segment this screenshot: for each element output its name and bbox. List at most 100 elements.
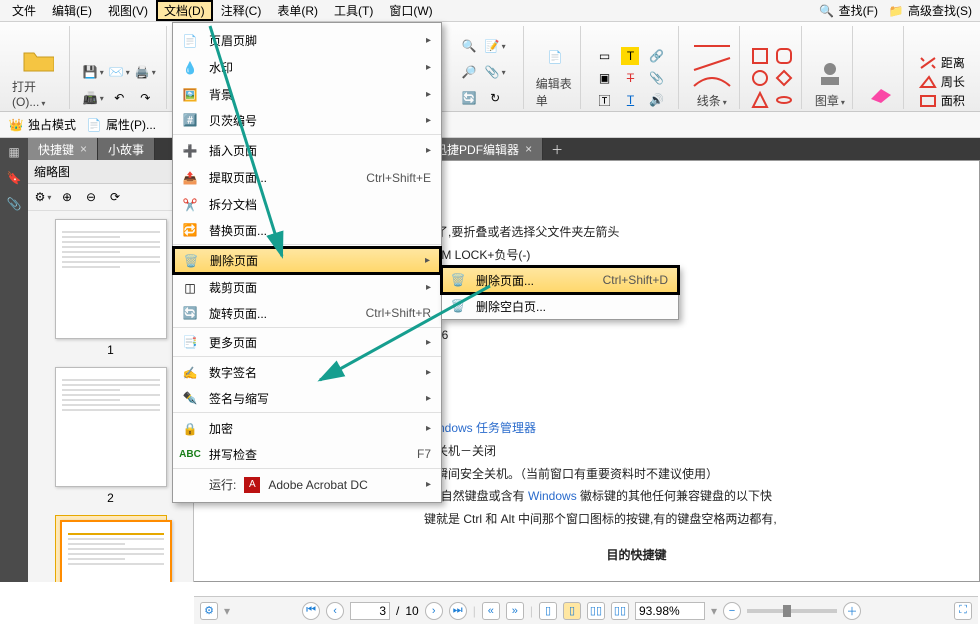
- doc-tab-3[interactable]: 迅捷PDF编辑器×: [425, 138, 543, 160]
- zoom-in-icon[interactable]: 🔍: [458, 35, 480, 57]
- add-tab-button[interactable]: ＋: [543, 138, 571, 160]
- stamp-label[interactable]: 图章: [815, 92, 845, 109]
- edit-form-icon[interactable]: 📄: [539, 41, 571, 73]
- menu-more-pages[interactable]: 📑更多页面▸: [173, 330, 441, 357]
- thumb-zoom-in-icon[interactable]: ⊕: [58, 188, 76, 206]
- thumbnail-page-1[interactable]: 1: [55, 219, 167, 357]
- sb-book-icon[interactable]: ▯▯: [611, 602, 629, 620]
- line-group-label[interactable]: 线条: [697, 92, 727, 109]
- sb-last-page-icon[interactable]: ⏭: [449, 602, 467, 620]
- thumb-zoom-out-icon[interactable]: ⊖: [82, 188, 100, 206]
- menu-file[interactable]: 文件: [4, 0, 44, 21]
- exclusive-mode-button[interactable]: 👑 独占模式: [8, 116, 76, 133]
- area-select-icon[interactable]: ▣: [595, 69, 613, 87]
- doc-tab-2[interactable]: 小故事: [98, 138, 155, 160]
- underline-icon[interactable]: T: [621, 91, 639, 109]
- email-icon[interactable]: ✉️: [108, 61, 130, 83]
- submenu-delete-pages[interactable]: 🗑️ 删除页面... Ctrl+Shift+D: [442, 267, 678, 293]
- close-icon[interactable]: ×: [80, 142, 87, 156]
- menu-run-acrobat[interactable]: 运行: A Adobe Acrobat DC ▸: [173, 471, 441, 498]
- scan-icon[interactable]: 📠: [82, 87, 104, 109]
- sb-zoom-out-icon[interactable]: −: [723, 602, 741, 620]
- menu-signature[interactable]: ✍️数字签名▸: [173, 359, 441, 386]
- thumbnail-page-3[interactable]: 3: [55, 515, 167, 582]
- doc-tab-1[interactable]: 快捷键×: [28, 138, 98, 160]
- clip-icon[interactable]: 📎: [484, 61, 506, 83]
- link-icon[interactable]: 🔗: [647, 47, 665, 65]
- note-icon[interactable]: 📝: [484, 35, 506, 57]
- menu-extract-page[interactable]: 📤提取页面...Ctrl+Shift+E: [173, 164, 441, 191]
- menu-edit[interactable]: 编辑(E): [44, 0, 100, 21]
- find-button[interactable]: 🔍 查找(F): [815, 2, 882, 19]
- zoom-out-icon[interactable]: 🔎: [458, 61, 480, 83]
- menu-window[interactable]: 窗口(W): [381, 0, 440, 21]
- thumb-options-icon[interactable]: ⚙: [34, 188, 52, 206]
- sb-first-page-icon[interactable]: ⏮: [302, 602, 320, 620]
- menu-split-doc[interactable]: ✂️拆分文档: [173, 191, 441, 218]
- advanced-find-button[interactable]: 📁 高级查找(S): [884, 2, 976, 19]
- textbox-icon[interactable]: 🅃: [595, 91, 613, 109]
- zoom-slider[interactable]: [747, 609, 837, 613]
- menu-tools[interactable]: 工具(T): [326, 0, 381, 21]
- open-folder-icon[interactable]: [22, 44, 54, 76]
- menu-rotate-page[interactable]: 🔄旋转页面...Ctrl+Shift+R: [173, 301, 441, 328]
- sb-fullscreen-icon[interactable]: ⛶: [954, 602, 972, 620]
- stamp-icon[interactable]: [814, 58, 846, 90]
- sb-zoom-in-icon[interactable]: ＋: [843, 602, 861, 620]
- properties-button[interactable]: 📄 属性(P)...: [86, 116, 156, 133]
- sb-options-icon[interactable]: ⚙: [200, 602, 218, 620]
- watermark-icon: 💧: [179, 58, 201, 78]
- sidebar-attach-icon[interactable]: 📎: [4, 194, 24, 214]
- zoom-input[interactable]: [635, 602, 705, 620]
- menu-encrypt[interactable]: 🔒加密▸: [173, 415, 441, 442]
- strike-icon[interactable]: T: [621, 69, 639, 87]
- highlight-icon[interactable]: T: [621, 47, 639, 65]
- menu-background[interactable]: 🖼️背景▸: [173, 81, 441, 108]
- sb-next-page-icon[interactable]: ›: [425, 602, 443, 620]
- perimeter-label[interactable]: 周长: [941, 73, 965, 90]
- thumbnail-page-2[interactable]: 2: [55, 367, 167, 505]
- sb-prev-page-icon[interactable]: ‹: [326, 602, 344, 620]
- menu-document[interactable]: 文档(D): [156, 0, 213, 21]
- sound-icon[interactable]: 🔊: [647, 91, 665, 109]
- delete-page-icon: 🗑️: [448, 271, 468, 289]
- text-select-icon[interactable]: ▭: [595, 47, 613, 65]
- menu-delete-page[interactable]: 🗑️删除页面▸: [173, 247, 441, 274]
- attach-icon[interactable]: 📎: [647, 69, 665, 87]
- menu-insert-page[interactable]: ➕插入页面▸: [173, 137, 441, 164]
- menu-bates[interactable]: #️⃣贝茨编号▸: [173, 108, 441, 135]
- menu-comment[interactable]: 注释(C): [213, 0, 270, 21]
- refresh-icon[interactable]: ↻: [484, 87, 506, 109]
- sb-next-view-icon[interactable]: »: [506, 602, 524, 620]
- menu-spellcheck[interactable]: ABC拼写检查F7: [173, 442, 441, 469]
- open-label[interactable]: 打开(O)...: [12, 78, 63, 109]
- sb-prev-view-icon[interactable]: «: [482, 602, 500, 620]
- doc-text: 徽标键的其他任何兼容键盘的以下快: [577, 489, 772, 503]
- run-app-label: Adobe Acrobat DC: [268, 478, 367, 492]
- submenu-delete-blank[interactable]: 🗑️ 删除空白页...: [442, 293, 678, 319]
- menu-redact[interactable]: ✒️签名与缩写▸: [173, 386, 441, 413]
- sb-facing-icon[interactable]: ▯▯: [587, 602, 605, 620]
- save-icon[interactable]: 💾: [82, 61, 104, 83]
- rotate-icon[interactable]: 🔄: [458, 87, 480, 109]
- page-number-input[interactable]: [350, 602, 390, 620]
- eraser-icon[interactable]: [865, 77, 897, 109]
- sb-single-page-icon[interactable]: ▯: [539, 602, 557, 620]
- redo-icon[interactable]: ↷: [134, 87, 156, 109]
- sb-continuous-icon[interactable]: ▯: [563, 602, 581, 620]
- menu-form[interactable]: 表单(R): [269, 0, 326, 21]
- menu-replace-page[interactable]: 🔁替换页面...: [173, 218, 441, 245]
- extract-page-icon: 📤: [179, 168, 201, 188]
- sidebar-bookmarks-icon[interactable]: 🔖: [4, 168, 24, 188]
- menu-crop-page[interactable]: ◫裁剪页面▸: [173, 274, 441, 301]
- menu-view[interactable]: 视图(V): [100, 0, 156, 21]
- distance-label[interactable]: 距离: [941, 54, 965, 71]
- menu-watermark[interactable]: 💧水印▸: [173, 54, 441, 81]
- sidebar-pages-icon[interactable]: ▦: [4, 142, 24, 162]
- undo-icon[interactable]: ↶: [108, 87, 130, 109]
- print-icon[interactable]: 🖨️: [134, 61, 156, 83]
- menu-header-footer[interactable]: 📄页眉页脚▸: [173, 27, 441, 54]
- thumb-rotate-icon[interactable]: ⟳: [106, 188, 124, 206]
- close-icon[interactable]: ×: [525, 142, 532, 156]
- area-label[interactable]: 面积: [941, 92, 965, 109]
